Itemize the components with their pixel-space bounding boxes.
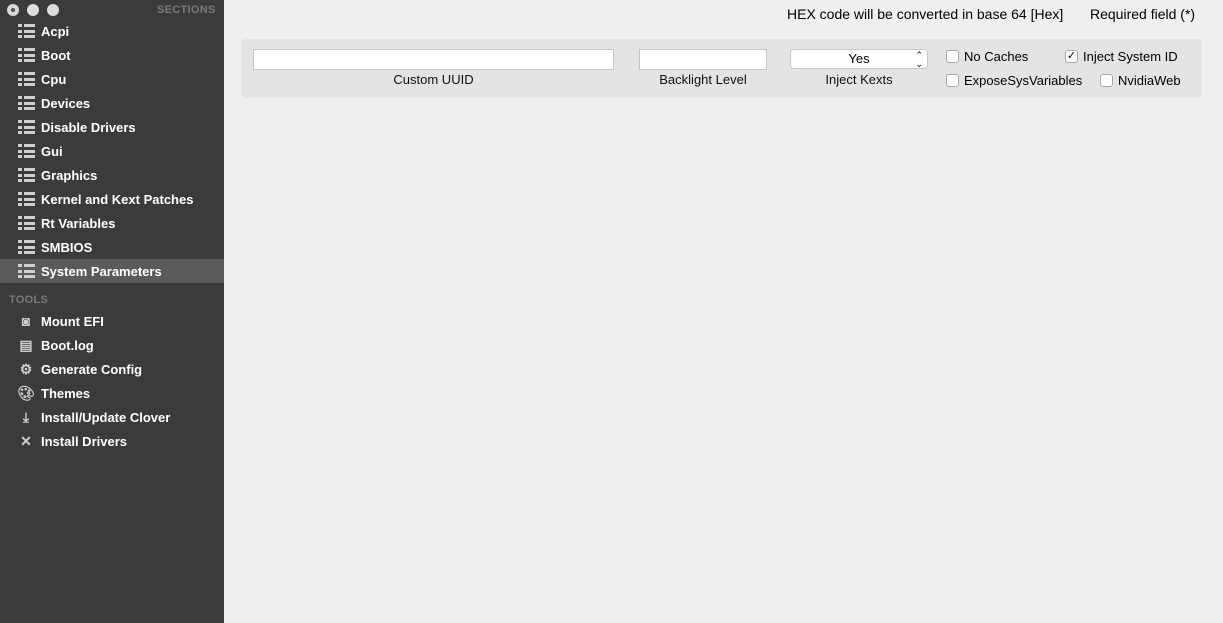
sidebar-item-label: SMBIOS: [41, 239, 93, 255]
log-icon: ▤: [19, 337, 33, 353]
sidebar-tool-install-update-clover[interactable]: ⤓ Install/Update Clover: [0, 405, 224, 429]
list-icon: [18, 72, 35, 86]
disk-icon: ◙: [21, 313, 31, 329]
checkmark-icon[interactable]: ✓: [1065, 50, 1078, 63]
sidebar-item-system-parameters[interactable]: System Parameters: [0, 259, 224, 283]
sidebar-item-label: Install Drivers: [41, 433, 127, 449]
sidebar-tool-install-drivers[interactable]: ✕ Install Drivers: [0, 429, 224, 453]
tools-heading: TOOLS: [9, 294, 49, 306]
sidebar-item-label: Generate Config: [41, 361, 143, 377]
sidebar-item-smbios[interactable]: SMBIOS: [0, 235, 224, 259]
list-icon: [18, 264, 35, 278]
sidebar-tool-generate-config[interactable]: ⚙ Generate Config: [0, 357, 224, 381]
sidebar: SECTIONS Acpi Boot Cpu Devices Disable Drive…: [0, 0, 224, 623]
list-icon: [18, 48, 35, 62]
list-icon: [18, 216, 35, 230]
expose-sys-variables-checkbox[interactable]: ExposeSysVariables: [946, 73, 1082, 88]
sidebar-item-label: Boot: [41, 47, 71, 63]
no-caches-label: No Caches: [964, 49, 1029, 64]
gear-icon: ⚙: [19, 361, 33, 377]
nvidia-web-label: NvidiaWeb: [1118, 73, 1181, 88]
checkbox-box[interactable]: [1100, 74, 1113, 87]
custom-uuid-label: Custom UUID: [393, 72, 474, 87]
sidebar-item-label: Themes: [41, 385, 91, 401]
sidebar-item-label: Acpi: [41, 23, 70, 39]
sidebar-item-acpi[interactable]: Acpi: [0, 19, 224, 43]
sidebar-item-label: Rt Variables: [41, 215, 116, 231]
sidebar-item-label: Boot.log: [41, 337, 94, 353]
sidebar-tool-mount-efi[interactable]: ◙ Mount EFI: [0, 309, 224, 333]
sidebar-item-label: System Parameters: [41, 263, 162, 279]
inject-system-id-label: Inject System ID: [1083, 49, 1178, 64]
palette-icon: 🎨︎: [17, 385, 35, 401]
download-icon: ⤓: [22, 409, 30, 425]
sidebar-item-devices[interactable]: Devices: [0, 91, 224, 115]
backlight-level-label: Backlight Level: [659, 72, 747, 87]
inject-kexts-value: Yes: [848, 51, 870, 66]
system-parameters-panel: Custom UUID Backlight Level Yes ⌃ ⌄ Injec…: [242, 39, 1202, 98]
sidebar-item-label: Devices: [41, 95, 91, 111]
sidebar-item-label: Gui: [41, 143, 63, 159]
close-window-button[interactable]: [7, 4, 19, 16]
sidebar-item-label: Install/Update Clover: [41, 409, 171, 425]
checkbox-box[interactable]: [946, 50, 959, 63]
minimize-window-button[interactable]: [27, 4, 39, 16]
sidebar-item-label: Disable Drivers: [41, 119, 136, 135]
list-icon: [18, 144, 35, 158]
inject-system-id-checkbox[interactable]: ✓ Inject System ID: [1065, 49, 1178, 64]
sidebar-item-rt-variables[interactable]: Rt Variables: [0, 211, 224, 235]
sidebar-item-gui[interactable]: Gui: [0, 139, 224, 163]
no-caches-checkbox[interactable]: No Caches: [946, 49, 1028, 64]
inject-kexts-select[interactable]: Yes ⌃ ⌄: [790, 49, 928, 69]
sidebar-item-cpu[interactable]: Cpu: [0, 67, 224, 91]
sidebar-item-kernel-and-kext-patches[interactable]: Kernel and Kext Patches: [0, 187, 224, 211]
nvidia-web-checkbox[interactable]: NvidiaWeb: [1100, 73, 1181, 88]
sidebar-item-label: Mount EFI: [41, 313, 104, 329]
inject-kexts-label: Inject Kexts: [825, 72, 893, 87]
sidebar-item-disable-drivers[interactable]: Disable Drivers: [0, 115, 224, 139]
sidebar-tool-boot-log[interactable]: ▤ Boot.log: [0, 333, 224, 357]
list-icon: [18, 192, 35, 206]
sections-heading: SECTIONS: [157, 4, 216, 16]
sidebar-item-graphics[interactable]: Graphics: [0, 163, 224, 187]
list-icon: [18, 96, 35, 110]
required-note: Required field (*): [1090, 6, 1196, 22]
sidebar-item-boot[interactable]: Boot: [0, 43, 224, 67]
tools-icon: ✕: [20, 433, 32, 449]
zoom-window-button[interactable]: [47, 4, 59, 16]
updown-chevron-icon: ⌃ ⌄: [915, 50, 923, 69]
hex-note: HEX code will be converted in base 64 [H…: [787, 6, 1064, 22]
sidebar-item-label: Kernel and Kext Patches: [41, 191, 194, 207]
sidebar-item-label: Graphics: [41, 167, 98, 183]
sidebar-tool-themes[interactable]: 🎨︎ Themes: [0, 381, 224, 405]
list-icon: [18, 240, 35, 254]
list-icon: [18, 24, 35, 38]
checkbox-box[interactable]: [946, 74, 959, 87]
expose-sys-variables-label: ExposeSysVariables: [964, 73, 1083, 88]
backlight-level-input[interactable]: [639, 49, 767, 70]
list-icon: [18, 120, 35, 134]
sidebar-item-label: Cpu: [41, 71, 67, 87]
custom-uuid-input[interactable]: [253, 49, 614, 70]
list-icon: [18, 168, 35, 182]
